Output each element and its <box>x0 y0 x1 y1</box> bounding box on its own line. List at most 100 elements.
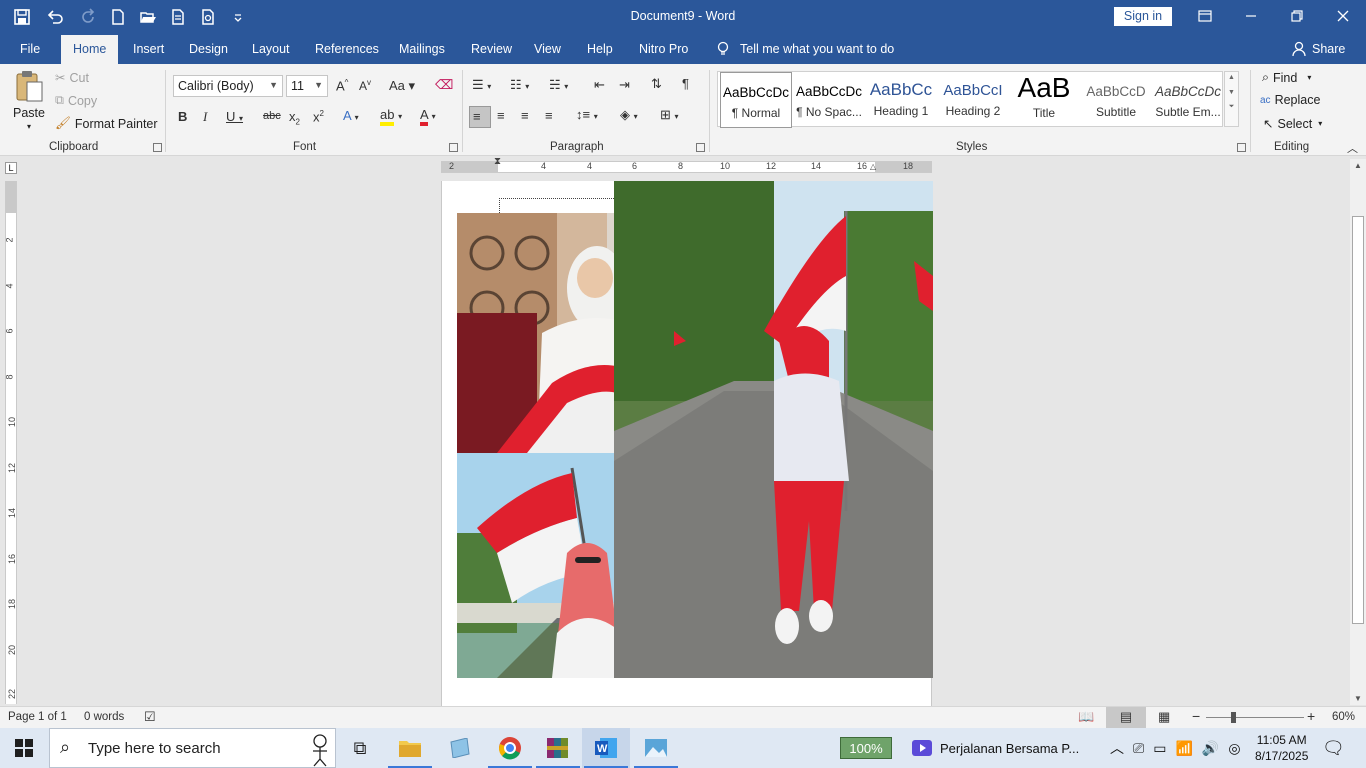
photo-walking-road[interactable] <box>614 181 933 678</box>
tab-home[interactable]: Home <box>61 35 119 64</box>
select-button[interactable]: ↖ Select ▾ <box>1263 116 1322 132</box>
wifi-icon[interactable]: 📶 <box>1175 740 1192 757</box>
right-indent-marker-icon[interactable]: △ <box>870 162 876 171</box>
photos-icon[interactable] <box>632 728 680 768</box>
clear-formatting-icon[interactable]: ⌫ <box>435 77 453 93</box>
close-icon[interactable] <box>1320 0 1366 32</box>
underline-icon[interactable]: U ▾ <box>226 109 243 124</box>
bold-icon[interactable]: B <box>178 109 187 124</box>
change-case-button[interactable]: Aa ▾ <box>389 78 415 94</box>
media-now-playing[interactable]: Perjalanan Bersama P... <box>912 728 1079 768</box>
style-no-spacing[interactable]: AaBbCcDc ¶ No Spac... <box>793 72 865 128</box>
find-preview-icon[interactable] <box>196 6 220 28</box>
minimize-icon[interactable] <box>1228 0 1274 32</box>
taskbar-search-box[interactable]: ⌕ Type here to search <box>49 728 336 768</box>
zoom-slider-thumb[interactable] <box>1231 712 1236 723</box>
tab-layout[interactable]: Layout <box>252 42 290 56</box>
share-button[interactable]: Share <box>1292 41 1345 57</box>
ribbon-display-options-icon[interactable] <box>1182 0 1228 32</box>
scroll-up-icon[interactable]: ▲ <box>1350 161 1366 170</box>
undo-icon[interactable] <box>40 6 70 28</box>
styles-gallery-scroll[interactable]: ▲ ▼ ⏷ <box>1224 71 1239 127</box>
read-mode-icon[interactable]: 📖 <box>1078 709 1094 725</box>
zoom-level[interactable]: 60% <box>1332 711 1355 723</box>
tab-design[interactable]: Design <box>189 42 228 56</box>
open-folder-icon[interactable] <box>136 6 160 28</box>
tab-insert[interactable]: Insert <box>133 42 164 56</box>
multilevel-list-icon[interactable]: ☵ ▾ <box>549 77 568 93</box>
word-taskbar-icon[interactable]: W <box>582 728 630 768</box>
tab-file[interactable]: File <box>20 42 40 56</box>
show-formatting-icon[interactable]: ¶ <box>682 76 689 91</box>
word-count[interactable]: 0 words <box>84 711 124 723</box>
replace-button[interactable]: ac Replace <box>1260 93 1320 107</box>
document-page[interactable] <box>441 181 933 706</box>
web-layout-icon[interactable]: ▦ <box>1158 709 1170 725</box>
print-layout-icon[interactable]: ▤ <box>1106 707 1146 728</box>
save-icon[interactable] <box>10 6 34 28</box>
horizontal-ruler[interactable]: 2 ⧗ 4 4 6 8 10 12 14 16 △ 18 <box>441 156 932 173</box>
notification-icon[interactable]: 🗨 <box>1322 728 1345 768</box>
copy-button[interactable]: ⧉ Copy <box>55 93 97 108</box>
bullets-icon[interactable]: ☰ ▾ <box>472 77 491 93</box>
zoom-slider[interactable] <box>1206 717 1304 718</box>
page-count[interactable]: Page 1 of 1 <box>8 711 67 723</box>
text-effects-icon[interactable]: A ▾ <box>343 108 359 123</box>
paragraph-dialog-launcher[interactable] <box>696 143 705 152</box>
zoom-out-icon[interactable]: − <box>1192 708 1200 724</box>
font-size-combo[interactable]: 11 ▼ <box>286 75 328 97</box>
grow-font-icon[interactable]: A^ <box>336 78 348 93</box>
numbering-icon[interactable]: ☷ ▾ <box>510 77 529 93</box>
borders-icon[interactable]: ⊞ ▾ <box>660 107 679 123</box>
style-title[interactable]: AaB Title <box>1008 72 1080 128</box>
align-right-icon[interactable]: ≡ <box>521 108 529 123</box>
style-normal[interactable]: AaBbCcDc ¶ Normal <box>720 72 792 128</box>
shrink-font-icon[interactable]: Av <box>359 78 371 93</box>
tab-view[interactable]: View <box>534 42 561 56</box>
tab-review[interactable]: Review <box>471 42 512 56</box>
italic-icon[interactable]: I <box>203 109 207 125</box>
increase-indent-icon[interactable]: ⇥ <box>619 77 630 93</box>
format-painter-button[interactable]: 🖌 Format Painter <box>55 116 158 131</box>
zoom-in-icon[interactable]: + <box>1307 708 1315 724</box>
app-icon[interactable] <box>436 728 484 768</box>
task-view-icon[interactable]: ⧉ <box>336 728 384 768</box>
print-preview-icon[interactable] <box>166 6 190 28</box>
collapse-ribbon-icon[interactable]: ︿ <box>1347 140 1358 156</box>
style-subtle-emphasis[interactable]: AaBbCcDc Subtle Em... <box>1152 72 1224 128</box>
subscript-icon[interactable]: x2 <box>289 109 300 127</box>
highlight-color-icon[interactable]: ab ▾ <box>380 107 402 126</box>
restore-icon[interactable] <box>1274 0 1320 32</box>
align-center-icon[interactable]: ≡ <box>497 108 505 123</box>
new-document-icon[interactable] <box>106 6 130 28</box>
language-icon[interactable]: ◎ <box>1228 740 1240 757</box>
decrease-indent-icon[interactable]: ⇤ <box>594 77 605 93</box>
superscript-icon[interactable]: x2 <box>313 109 324 124</box>
tab-nitro-pro[interactable]: Nitro Pro <box>639 42 688 56</box>
find-button[interactable]: ⌕ Find ▾ <box>1262 70 1311 85</box>
tab-selector-icon[interactable]: L <box>5 162 17 174</box>
taskbar-clock[interactable]: 11:05 AM 8/17/2025 <box>1255 728 1308 768</box>
chevron-up-icon[interactable]: ︿ <box>1110 738 1124 758</box>
font-name-combo[interactable]: Calibri (Body) ▼ <box>173 75 283 97</box>
customize-qat-icon[interactable] <box>226 6 250 28</box>
style-subtitle[interactable]: AaBbCcD Subtitle <box>1080 72 1152 128</box>
proofing-icon[interactable]: ☑ <box>144 709 156 725</box>
styles-dialog-launcher[interactable] <box>1237 143 1246 152</box>
align-left-icon[interactable]: ≡ <box>469 106 491 128</box>
volume-icon[interactable]: 🔊 <box>1202 740 1219 757</box>
meet-now-icon[interactable]: ⎚ <box>1133 740 1144 757</box>
font-color-icon[interactable]: A ▾ <box>420 107 436 126</box>
shading-icon[interactable]: ◈ ▾ <box>620 107 638 123</box>
strikethrough-icon[interactable]: abc <box>263 110 281 122</box>
file-explorer-icon[interactable] <box>386 728 434 768</box>
justify-icon[interactable]: ≡ <box>545 108 553 123</box>
sort-icon[interactable]: ⇅ <box>651 76 662 92</box>
clipboard-dialog-launcher[interactable] <box>153 143 162 152</box>
scroll-down-icon[interactable]: ▼ <box>1350 694 1366 703</box>
style-heading-2[interactable]: AaBbCcI Heading 2 <box>937 72 1009 128</box>
chrome-icon[interactable] <box>486 728 534 768</box>
tab-help[interactable]: Help <box>587 42 613 56</box>
line-spacing-icon[interactable]: ↕≡ ▾ <box>576 107 598 122</box>
scrollbar-thumb[interactable] <box>1352 216 1364 624</box>
